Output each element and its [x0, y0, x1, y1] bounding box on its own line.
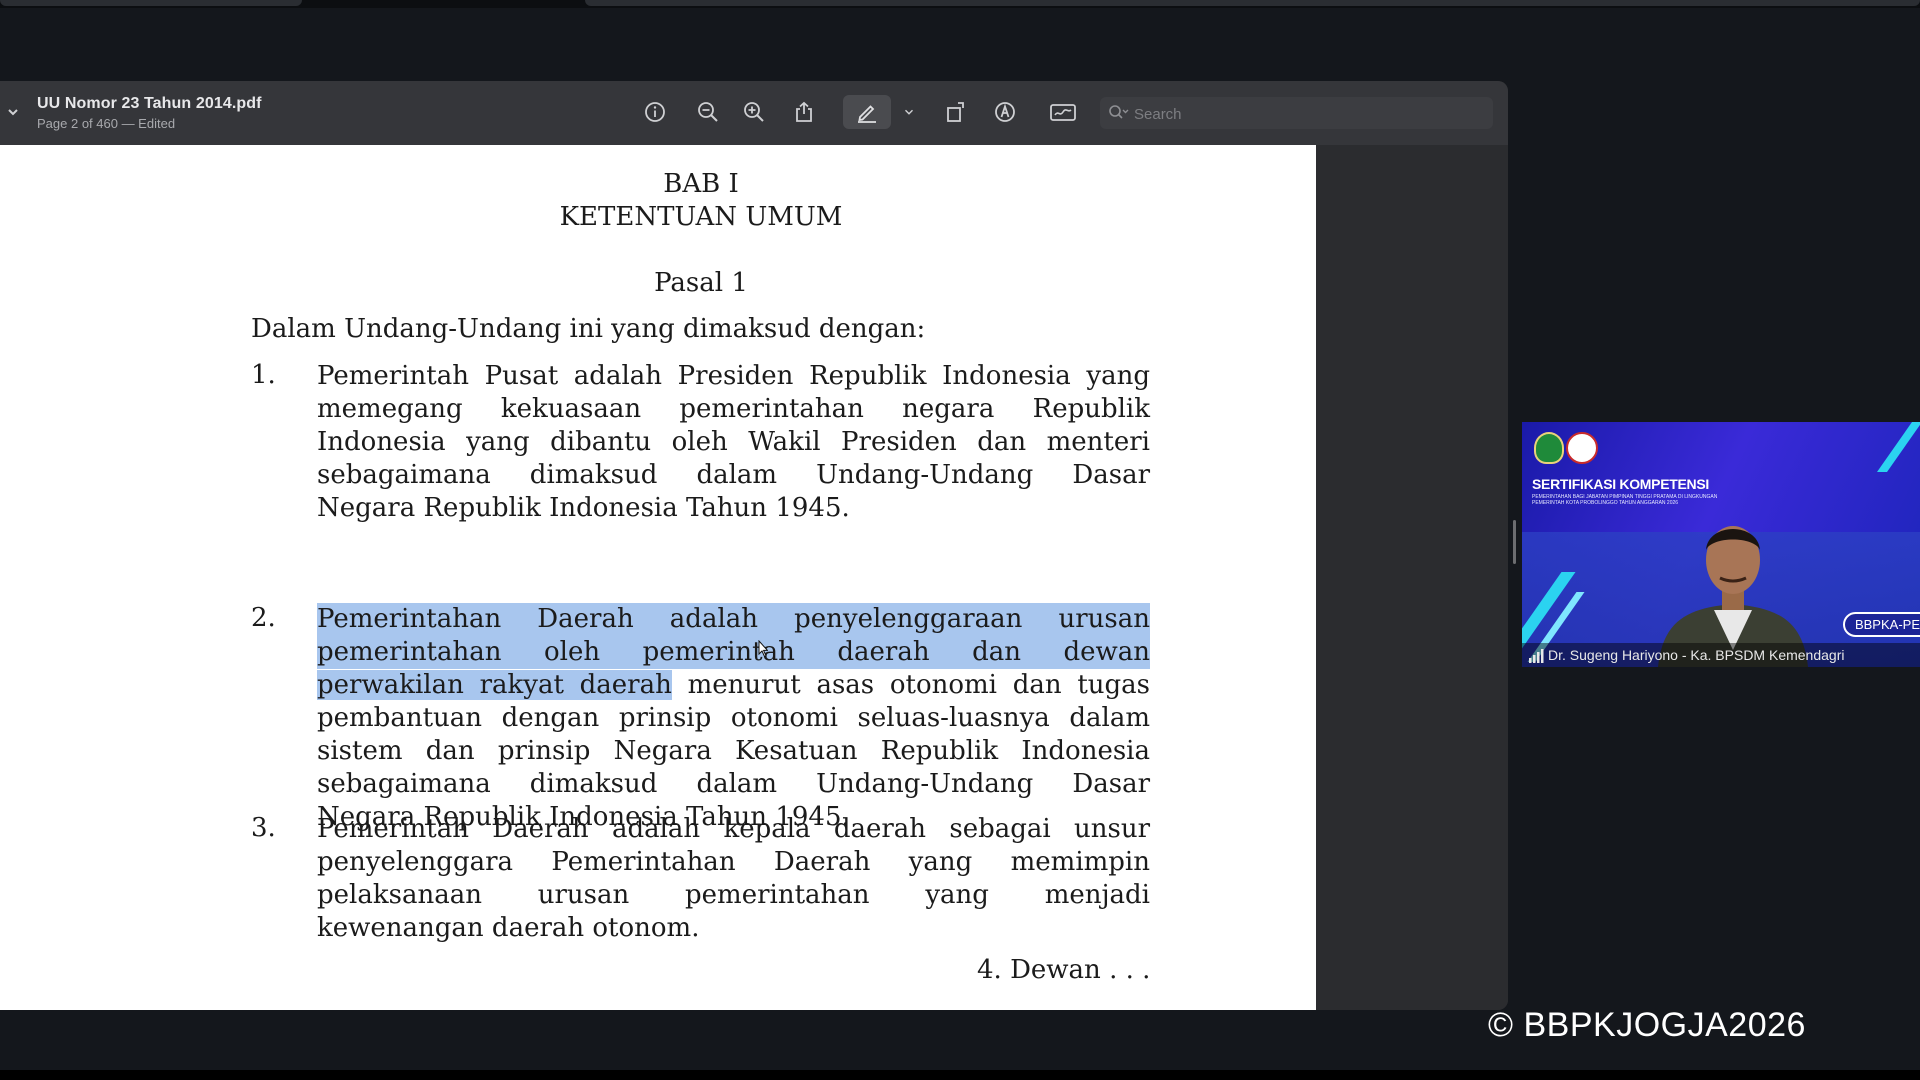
highlight-button[interactable]	[843, 95, 891, 129]
markup-icon	[995, 102, 1015, 122]
text-line: Pemerintah Pusat adalah Presiden Republi…	[317, 361, 1150, 391]
text-line: sebagaimana dimaksud dalam Undang-Undang…	[317, 769, 1150, 799]
item-text: Pemerintah Pusat adalah Presiden Republi…	[317, 360, 1150, 525]
signature-icon	[1050, 104, 1076, 121]
text-line: kewenangan daerah otonom.	[317, 913, 700, 943]
item-number: 3.	[251, 813, 276, 843]
text-line: sistem dan prinsip Negara Kesatuan Repub…	[317, 736, 1150, 766]
rotate-button[interactable]	[941, 97, 971, 127]
text-line: penyelenggara Pemerintahan Daerah yang m…	[317, 847, 1150, 877]
intro-paragraph: Dalam Undang-Undang ini yang dimaksud de…	[251, 314, 926, 344]
highlighted-text-line[interactable]: Pemerintahan Daerah adalah penyelenggara…	[317, 603, 1150, 636]
signature-button[interactable]	[1046, 97, 1080, 127]
signal-strength-icon	[1529, 649, 1544, 664]
markup-button[interactable]	[990, 97, 1020, 127]
text-line: Negara Republik Indonesia Tahun 1945.	[317, 493, 850, 523]
participant-nametag: Dr. Sugeng Hariyono - Ka. BPSDM Kemendag…	[1522, 643, 1920, 667]
info-icon	[645, 102, 665, 122]
info-button[interactable]	[640, 97, 670, 127]
chevron-down-icon	[905, 109, 913, 115]
search-icon	[1109, 105, 1129, 119]
page-gutter	[1316, 145, 1508, 1010]
item-text: Pemerintahan Daerah adalah penyelenggara…	[317, 603, 1150, 834]
participant-name: Dr. Sugeng Hariyono - Ka. BPSDM Kemendag…	[1548, 647, 1845, 663]
highlighted-text-line[interactable]: pemerintahan oleh pemerintah daerah dan …	[317, 636, 1150, 669]
bpsdm-logo	[1566, 432, 1598, 464]
copyright-watermark: © BBPKJOGJA2026	[1488, 1006, 1806, 1044]
top-tab-right[interactable]	[585, 0, 1920, 6]
video-banner-title: SERTIFIKASI KOMPETENSI	[1532, 476, 1709, 492]
document-page-status: Page 2 of 460 — Edited	[37, 116, 176, 131]
search-input[interactable]	[1132, 97, 1486, 131]
top-tab-left[interactable]	[0, 0, 302, 6]
top-strip	[0, 0, 1920, 8]
document-title: UU Nomor 23 Tahun 2014.pdf	[37, 95, 262, 112]
kemendagri-logo	[1534, 432, 1564, 464]
bottom-strip	[0, 1070, 1920, 1080]
text-line: perwakilan rakyat daerah menurut asas ot…	[317, 669, 1150, 702]
zoom-out-button[interactable]	[693, 97, 723, 127]
zoom-in-button[interactable]	[739, 97, 769, 127]
video-tile[interactable]: SERTIFIKASI KOMPETENSI PEMERINTAHAN BAGI…	[1522, 422, 1920, 667]
search-field[interactable]	[1100, 97, 1493, 131]
highlight-options-dropdown[interactable]	[894, 97, 924, 127]
toolbar: UU Nomor 23 Tahun 2014.pdf Page 2 of 460…	[0, 81, 1508, 146]
participant-video-feed	[1658, 526, 1808, 667]
video-badge: BBPKA-PE	[1842, 612, 1920, 637]
text-fragment: menurut asas otonomi dan tugas	[671, 670, 1151, 700]
chapter-heading: BAB I	[663, 169, 739, 199]
highlight-pen-icon	[858, 105, 876, 123]
share-icon	[796, 101, 812, 122]
text-line: Pemerintah Daerah adalah kepala daerah s…	[317, 814, 1150, 844]
zoom-out-icon	[698, 102, 718, 122]
mouse-cursor-icon	[758, 640, 768, 658]
continuation-marker: 4. Dewan . . .	[977, 955, 1151, 985]
text-line: pembantuan dengan prinsip otonomi seluas…	[317, 703, 1150, 733]
text-line: sebagaimana dimaksud dalam Undang-Undang…	[317, 460, 1150, 490]
item-number: 1.	[251, 360, 276, 390]
text-line: pelaksanaan urusan pemerintahan yang men…	[317, 880, 1150, 910]
zoom-in-icon	[744, 102, 764, 122]
text-line: Indonesia yang dibantu oleh Wakil Presid…	[317, 427, 1150, 457]
rotate-icon	[947, 102, 964, 122]
article-heading: Pasal 1	[654, 268, 748, 298]
share-button[interactable]	[789, 97, 819, 127]
resize-handle[interactable]	[1513, 520, 1516, 564]
item-text: Pemerintah Daerah adalah kepala daerah s…	[317, 813, 1150, 945]
pdf-viewer-window: UU Nomor 23 Tahun 2014.pdf Page 2 of 460…	[0, 81, 1508, 1010]
sidebar-toggle-chevron-icon[interactable]	[6, 105, 20, 119]
text-line: memegang kekuasaan pemerintahan negara R…	[317, 394, 1150, 424]
document-title-block[interactable]: UU Nomor 23 Tahun 2014.pdf Page 2 of 460…	[37, 95, 262, 131]
item-number: 2.	[251, 603, 276, 633]
chapter-title: KETENTUAN UMUM	[559, 202, 843, 232]
highlighted-text[interactable]: perwakilan rakyat daerah	[317, 670, 672, 700]
pdf-page[interactable]: BAB I KETENTUAN UMUM Pasal 1 Dalam Undan…	[0, 145, 1316, 1010]
